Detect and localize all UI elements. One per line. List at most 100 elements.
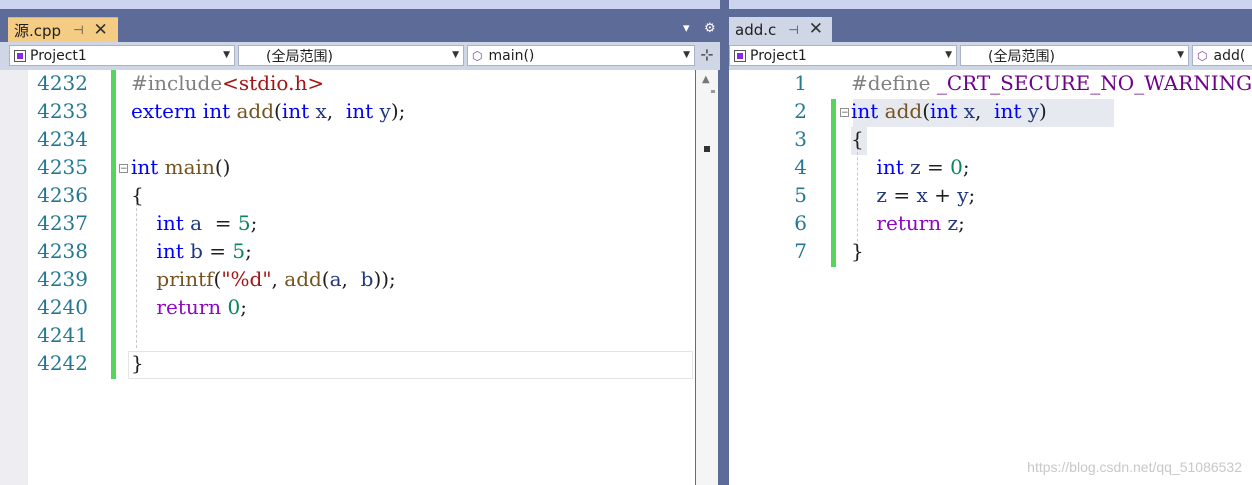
scope-dropdown[interactable]: (全局范围) ▼ [238, 45, 464, 66]
line-number: 4239 [37, 267, 88, 291]
code-token: = [886, 183, 917, 207]
line-number: 4241 [37, 323, 88, 347]
member-dropdown[interactable]: ⬡ main() ▼ [467, 45, 695, 66]
project-dropdown[interactable]: Project1 ▼ [9, 45, 235, 66]
chevron-down-icon: ▼ [1177, 50, 1184, 60]
code-line: extern int add(int x, int y); [131, 99, 405, 123]
tab-add-c[interactable]: add.c ⊣ ✕ [729, 17, 832, 42]
window-top-strip [0, 0, 720, 9]
code-line: int add(int x, int y) [851, 99, 1047, 123]
code-token: )); [373, 267, 396, 291]
chevron-down-icon: ▼ [945, 50, 952, 60]
line-number: 4235 [37, 155, 88, 179]
scope-name: (全局范围) [266, 48, 333, 65]
code-token: ; [245, 239, 252, 263]
right-navigation-bar: Project1 ▼ (全局范围) ▼ ⬡ add( [729, 42, 1252, 70]
code-token: ; [968, 183, 976, 207]
left-code-editor[interactable]: − 4232 #include<stdio.h> 4233 extern int ad… [0, 70, 695, 485]
code-token: + [927, 183, 958, 207]
line-number: 4234 [37, 127, 88, 151]
code-token: ( [922, 99, 931, 123]
code-line: } [131, 351, 144, 375]
code-line: #include<stdio.h> [131, 71, 324, 95]
code-token: z [947, 211, 959, 235]
code-token: extern [131, 99, 203, 123]
chevron-down-icon: ▼ [223, 50, 230, 60]
scroll-thumb[interactable] [704, 146, 710, 152]
code-token: int [851, 155, 911, 179]
line-number: 5 [794, 183, 807, 207]
member-name: add( [1213, 47, 1246, 64]
close-icon[interactable]: ✕ [809, 21, 823, 38]
line-number: 6 [794, 211, 807, 235]
code-token: } [131, 351, 144, 375]
scope-dropdown[interactable]: (全局范围) ▼ [960, 45, 1189, 66]
line-number: 4236 [37, 183, 88, 207]
line-number: 7 [794, 239, 807, 263]
code-token: x [963, 99, 975, 123]
code-token: main [164, 155, 215, 179]
member-dropdown[interactable]: ⬡ add( [1192, 45, 1252, 66]
pin-icon[interactable]: ⊣ [73, 23, 83, 37]
code-line: int b = 5; [131, 239, 252, 263]
left-vertical-scrollbar[interactable]: ▲ [696, 70, 718, 485]
window-top-strip [729, 0, 1252, 9]
code-token: ; [240, 295, 248, 319]
code-token: ); [390, 99, 406, 123]
code-token: #define [851, 71, 937, 95]
split-window-icon[interactable]: ⊹ [697, 45, 717, 67]
project-dropdown[interactable]: Project1 ▼ [729, 45, 957, 66]
line-number: 4233 [37, 99, 88, 123]
code-token: _CRT_SECURE_NO_WARNINGS [936, 71, 1252, 95]
change-tracking-bar [111, 70, 116, 379]
code-line: } [851, 239, 864, 263]
code-line: int main() [131, 155, 230, 179]
code-token: int [131, 211, 191, 235]
collapse-icon[interactable]: − [119, 164, 128, 174]
right-code-editor[interactable]: − 1 #define _CRT_SECURE_NO_WARNINGS 1 2 int… [729, 70, 1252, 485]
code-token: int [202, 99, 237, 123]
code-line: return 0; [131, 295, 247, 319]
code-token: , [326, 99, 346, 123]
code-token: add [884, 99, 923, 123]
project-icon [14, 49, 26, 62]
code-token: 5 [237, 211, 251, 235]
gear-icon[interactable]: ⚙ [704, 21, 716, 36]
left-navigation-bar: Project1 ▼ (全局范围) ▼ ⬡ main() ▼ ⊹ [0, 42, 720, 70]
line-number: 3 [794, 127, 807, 151]
function-icon: ⬡ [472, 48, 483, 63]
code-token: add [236, 99, 274, 123]
code-token: int [131, 155, 165, 179]
code-token: z [910, 155, 921, 179]
code-token: int [345, 99, 380, 123]
project-icon [734, 49, 746, 62]
project-name: Project1 [30, 47, 87, 64]
code-token: = [202, 211, 238, 235]
code-line: int a = 5; [131, 211, 257, 235]
code-token: { [851, 127, 864, 151]
code-token: a [329, 267, 342, 291]
function-icon: ⬡ [1197, 48, 1208, 63]
collapse-icon[interactable]: − [840, 108, 849, 118]
scroll-up-icon[interactable]: ▲ [702, 74, 710, 85]
code-token: <stdio.h> [222, 71, 325, 95]
code-token: , [341, 267, 361, 291]
left-tab-row: 源.cpp ⊣ ✕ ▾ ⚙ [0, 9, 720, 42]
code-token: add [284, 267, 322, 291]
code-token: return [131, 295, 228, 319]
scope-name: (全局范围) [988, 48, 1055, 65]
close-icon[interactable]: ✕ [94, 21, 108, 39]
code-token: , [974, 99, 995, 123]
tab-dropdown-icon[interactable]: ▾ [683, 21, 690, 36]
line-number: 4 [794, 155, 807, 179]
line-number: 4240 [37, 295, 88, 319]
pin-icon[interactable]: ⊣ [788, 23, 798, 37]
code-token: = [202, 239, 233, 263]
code-token: y [957, 183, 969, 207]
code-token: int [994, 99, 1028, 123]
tab-source-cpp[interactable]: 源.cpp ⊣ ✕ [8, 17, 118, 42]
code-token: { [131, 183, 144, 207]
right-editor-pane: add.c ⊣ ✕ Project1 ▼ (全局范围) ▼ ⬡ add( − 1… [729, 0, 1252, 485]
code-token: ; [958, 211, 965, 235]
tab-label: add.c [735, 20, 777, 39]
